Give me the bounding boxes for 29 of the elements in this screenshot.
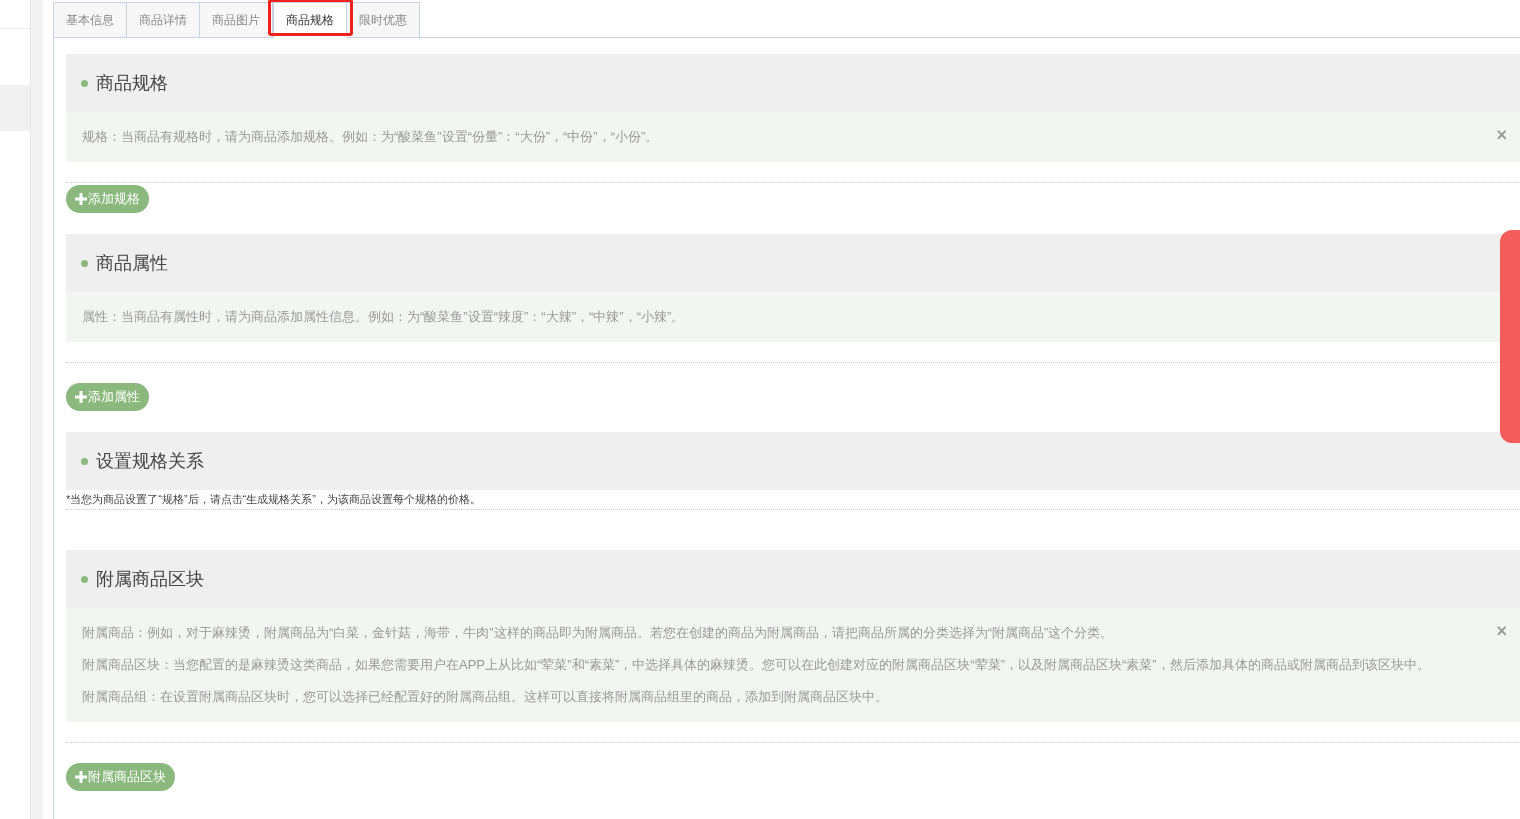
notice-text: 附属商品：例如，对于麻辣烫，附属商品为“白菜，金针菇，海带，牛肉”这样的商品即为附属商品。若您在创建的商品为附属商品，请把商品所属的分类选择为“附属商品”这个分类。: [82, 624, 1115, 642]
close-button[interactable]: ×: [1496, 126, 1507, 144]
sidebar-item[interactable]: [0, 85, 30, 131]
notice-text: 规格：当商品有规格时，请为商品添加规格。例如：为“酸菜鱼”设置“份量”：“大份”，“中份”，“小份”。: [82, 128, 660, 146]
tab[interactable]: 商品规格: [273, 2, 347, 38]
bullet-icon: [81, 457, 88, 465]
notice-text: 附属商品组：在设置附属商品区块时，您可以选择已经配置好的附属商品组。这样可以直接将附属商品组里的商品，添加到附属商品区块中。: [82, 688, 889, 706]
tab[interactable]: 限时优惠: [347, 2, 420, 38]
bullet-icon: [81, 259, 88, 267]
bullet-icon: [81, 79, 88, 87]
tab[interactable]: 商品图片: [200, 2, 273, 38]
side-tab[interactable]: [1500, 230, 1520, 443]
section-title: 附属商品区块: [96, 568, 204, 591]
plus-icon: [75, 391, 87, 403]
plus-icon: [75, 771, 87, 783]
add-button[interactable]: 添加规格: [66, 185, 149, 213]
section-title: 商品属性: [96, 252, 168, 275]
section-title: 商品规格: [96, 72, 168, 95]
note-text: *当您为商品设置了“规格”后，请点击“生成规格关系”，为该商品设置每个规格的价格。: [66, 490, 1520, 510]
plus-icon: [75, 193, 87, 205]
tab[interactable]: 基本信息: [53, 2, 127, 38]
add-button[interactable]: 添加属性: [66, 383, 149, 411]
bullet-icon: [81, 575, 88, 583]
notice-text: 属性：当商品有属性时，请为商品添加属性信息。例如：为“酸菜鱼”设置“辣度”：“大辣”，“中辣”，“小辣”。: [82, 308, 686, 326]
close-button[interactable]: ×: [1496, 622, 1507, 640]
tab[interactable]: 商品详情: [127, 2, 200, 38]
notice-text: 附属商品区块：当您配置的是麻辣烫这类商品，如果您需要用户在APP上从比如“荤菜”和“素菜”，中选择具体的麻辣烫。您可以在此创建对应的附属商品区块“荤菜”，以及附属商品区块“素菜”，然后添加具体的商品或附属商品到该区块中。: [82, 656, 1431, 674]
section-title: 设置规格关系: [96, 450, 204, 473]
add-button[interactable]: 附属商品区块: [66, 763, 175, 791]
